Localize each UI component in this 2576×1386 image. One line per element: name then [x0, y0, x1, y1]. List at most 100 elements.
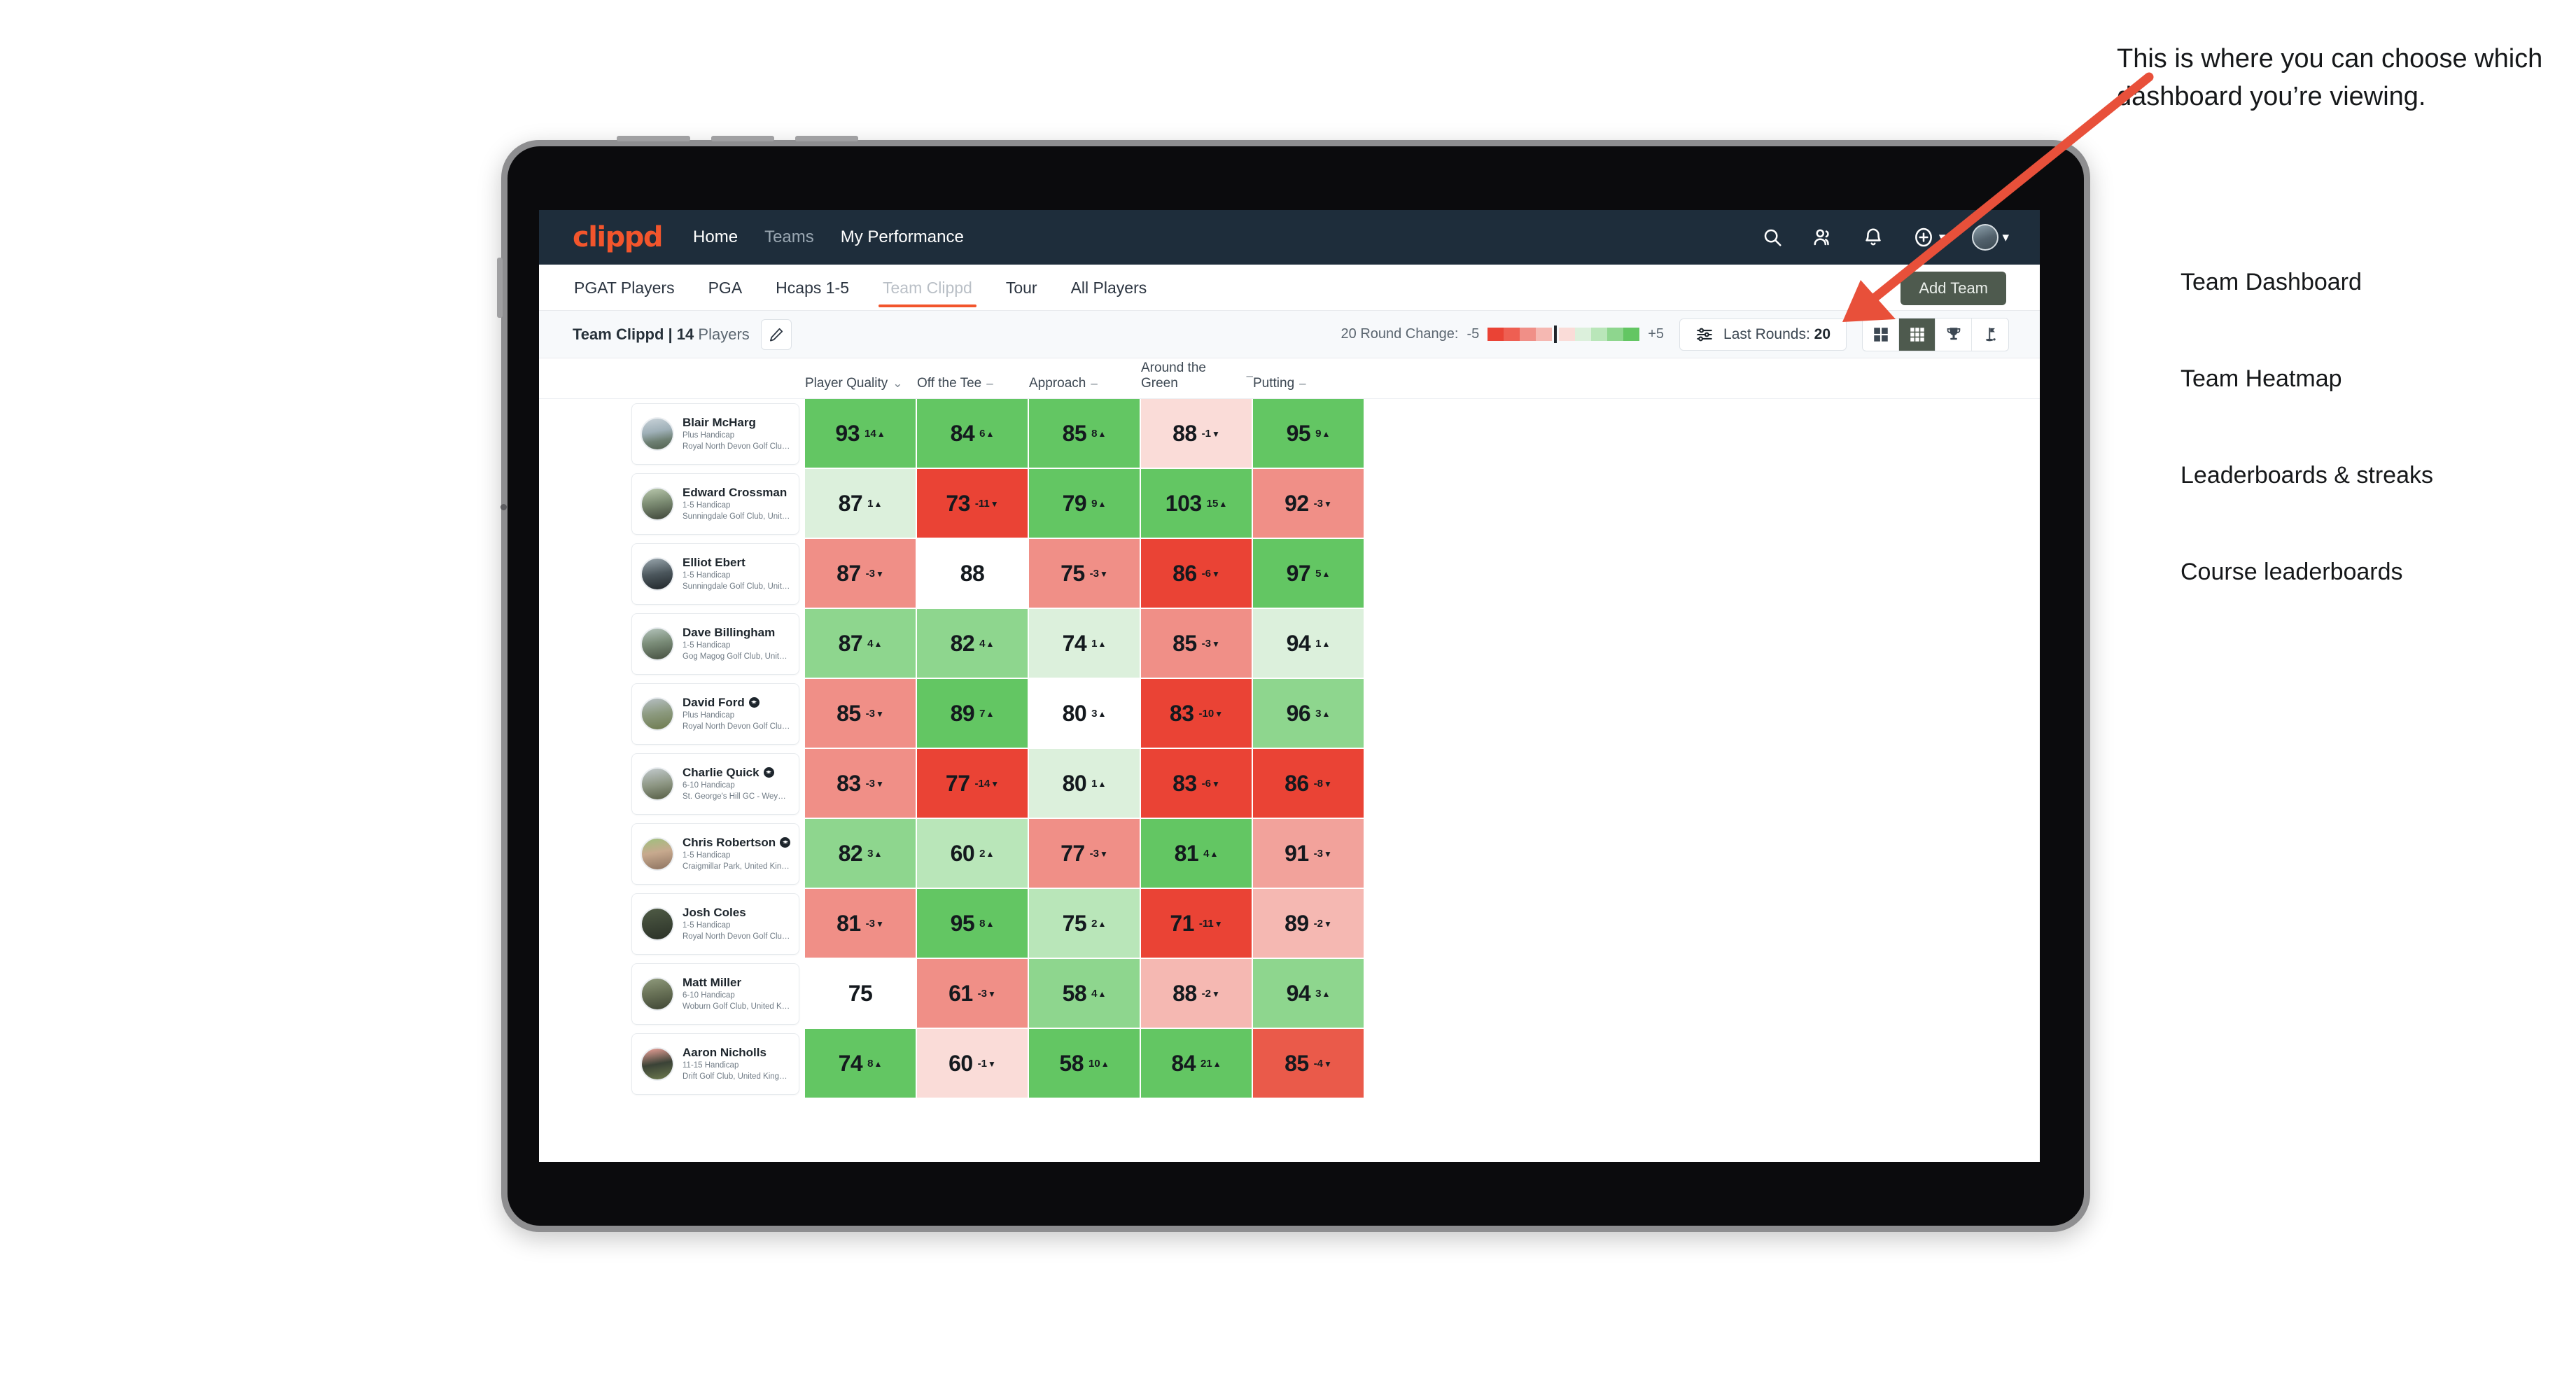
column-header-approach[interactable]: Approach –	[1029, 376, 1141, 398]
heatmap-cell-off-the-tee[interactable]: 82 4 ▲	[917, 609, 1028, 678]
cell-delta-value: -3	[865, 567, 876, 580]
heatmap-cell-approach[interactable]: 58 10 ▲	[1029, 1029, 1140, 1098]
player-name-text: Josh Coles	[682, 905, 746, 919]
heatmap-cell-around-the-green[interactable]: 83 -6 ▼	[1141, 749, 1252, 818]
heatmap-cell-around-the-green[interactable]: 81 4 ▲	[1141, 819, 1252, 888]
heatmap-cell-approach[interactable]: 79 9 ▲	[1029, 469, 1140, 538]
arrow-down-icon: ▼	[1100, 568, 1108, 579]
heatmap-cell-off-the-tee[interactable]: 61 -3 ▼	[917, 959, 1028, 1028]
cell-value: 83	[1172, 770, 1197, 796]
heatmap-cell-off-the-tee[interactable]: 95 8 ▲	[917, 889, 1028, 958]
heatmap-cell-player-quality[interactable]: 74 8 ▲	[805, 1029, 916, 1098]
heatmap-cell-off-the-tee[interactable]: 84 6 ▲	[917, 399, 1028, 468]
heatmap-cell-approach[interactable]: 75 2 ▲	[1029, 889, 1140, 958]
cell-value: 85	[1062, 420, 1087, 446]
heatmap-cell-approach[interactable]: 75 -3 ▼	[1029, 539, 1140, 608]
cell-delta: -2 ▼	[1202, 988, 1220, 1000]
heatmap-cell-around-the-green[interactable]: 88 -1 ▼	[1141, 399, 1252, 468]
heatmap-cell-player-quality[interactable]: 93 14 ▲	[805, 399, 916, 468]
heatmap-cell-putting[interactable]: 97 5 ▲	[1253, 539, 1364, 608]
heatmap-cell-putting[interactable]: 96 3 ▲	[1253, 679, 1364, 748]
chevron-down-icon: ⌄	[892, 377, 903, 390]
cell-value: 89	[1284, 910, 1309, 936]
cell-delta: 15 ▲	[1207, 498, 1228, 510]
tab-hcaps-1-5[interactable]: Hcaps 1-5	[774, 267, 850, 307]
player-name-text: David Ford	[682, 695, 745, 709]
nav-link-teams[interactable]: Teams	[764, 227, 814, 247]
heatmap-cell-off-the-tee[interactable]: 88	[917, 539, 1028, 608]
heatmap-cell-off-the-tee[interactable]: 77 -14 ▼	[917, 749, 1028, 818]
heatmap-cell-player-quality[interactable]: 85 -3 ▼	[805, 679, 916, 748]
heatmap-cell-player-quality[interactable]: 87 1 ▲	[805, 469, 916, 538]
player-card[interactable]: Dave Billingham 1-5 Handicap Gog Magog Gol…	[631, 613, 799, 675]
heatmap-cell-player-quality[interactable]: 81 -3 ▼	[805, 889, 916, 958]
search-icon[interactable]	[1760, 225, 1784, 249]
heatmap-cell-putting[interactable]: 85 -4 ▼	[1253, 1029, 1364, 1098]
player-card[interactable]: Matt Miller 6-10 Handicap Woburn Golf Club…	[631, 963, 799, 1025]
clippd-logo[interactable]: clippd	[573, 221, 664, 253]
cell-delta-value: -6	[1201, 777, 1212, 790]
heatmap-cell-off-the-tee[interactable]: 89 7 ▲	[917, 679, 1028, 748]
player-card[interactable]: Edward Crossman 1-5 Handicap Sunningdale G…	[631, 473, 799, 535]
heatmap-cell-around-the-green[interactable]: 83 -10 ▼	[1141, 679, 1252, 748]
tab-pga[interactable]: PGA	[707, 267, 744, 307]
heatmap-cell-putting[interactable]: 91 -3 ▼	[1253, 819, 1364, 888]
column-header-player-quality[interactable]: Player Quality ⌄	[805, 376, 917, 398]
heatmap-cell-around-the-green[interactable]: 84 21 ▲	[1141, 1029, 1252, 1098]
heatmap-cell-approach[interactable]: 74 1 ▲	[1029, 609, 1140, 678]
heatmap-cell-off-the-tee[interactable]: 73 -11 ▼	[917, 469, 1028, 538]
tab-team-clippd[interactable]: Team Clippd	[878, 267, 976, 307]
player-card[interactable]: Blair McHarg Plus Handicap Royal North Dev…	[631, 403, 799, 465]
player-card[interactable]: Aaron Nicholls 11-15 Handicap Drift Golf C…	[631, 1033, 799, 1095]
column-header-off-the-tee[interactable]: Off the Tee –	[917, 376, 1029, 398]
heatmap-cell-around-the-green[interactable]: 71 -11 ▼	[1141, 889, 1252, 958]
heatmap-cell-approach[interactable]: 58 4 ▲	[1029, 959, 1140, 1028]
nav-link-home[interactable]: Home	[693, 227, 738, 247]
player-card[interactable]: David Ford Plus Handicap Royal North Devon…	[631, 683, 799, 745]
heatmap-cell-off-the-tee[interactable]: 60 -1 ▼	[917, 1029, 1028, 1098]
arrow-down-icon: ▼	[876, 918, 884, 929]
heatmap-cell-player-quality[interactable]: 87 -3 ▼	[805, 539, 916, 608]
tab-all-players[interactable]: All Players	[1070, 267, 1149, 307]
player-card[interactable]: Charlie Quick 6-10 Handicap St. George's H…	[631, 753, 799, 815]
tab-pgat-players[interactable]: PGAT Players	[573, 267, 676, 307]
heatmap-cell-around-the-green[interactable]: 86 -6 ▼	[1141, 539, 1252, 608]
column-header-around-the-green[interactable]: Around the Green –	[1141, 360, 1253, 398]
heatmap-cell-around-the-green[interactable]: 103 15 ▲	[1141, 469, 1252, 538]
player-card[interactable]: Elliot Ebert 1-5 Handicap Sunningdale Golf…	[631, 543, 799, 605]
edit-team-button[interactable]	[760, 318, 792, 350]
heatmap-cell-putting[interactable]: 92 -3 ▼	[1253, 469, 1364, 538]
heatmap-cell-off-the-tee[interactable]: 60 2 ▲	[917, 819, 1028, 888]
heatmap-cell-approach[interactable]: 80 1 ▲	[1029, 749, 1140, 818]
heatmap-cell-player-quality[interactable]: 82 3 ▲	[805, 819, 916, 888]
heatmap-cell-approach[interactable]: 77 -3 ▼	[1029, 819, 1140, 888]
tab-tour[interactable]: Tour	[1004, 267, 1039, 307]
heatmap-cell-approach[interactable]: 80 3 ▲	[1029, 679, 1140, 748]
arrow-down-icon: ▼	[988, 1058, 996, 1069]
cell-value: 93	[835, 420, 860, 446]
cell-delta: 3 ▲	[1315, 708, 1330, 720]
arrow-up-icon: ▲	[986, 848, 995, 859]
player-card[interactable]: Josh Coles 1-5 Handicap Royal North Devon …	[631, 893, 799, 955]
column-header-putting[interactable]: Putting –	[1253, 376, 1365, 398]
nav-link-my-performance[interactable]: My Performance	[841, 227, 964, 247]
cell-delta-value: -2	[1313, 917, 1324, 930]
player-card[interactable]: Chris Robertson 1-5 Handicap Craigmillar P…	[631, 823, 799, 885]
cell-delta: -3 ▼	[866, 568, 884, 580]
heatmap-cell-approach[interactable]: 85 8 ▲	[1029, 399, 1140, 468]
cell-value: 71	[1170, 910, 1194, 936]
cell-delta-value: 3	[1091, 707, 1098, 720]
cell-value: 88	[1172, 980, 1197, 1006]
arrow-up-icon: ▲	[874, 848, 883, 859]
heatmap-cell-putting[interactable]: 86 -8 ▼	[1253, 749, 1364, 818]
heatmap-cell-player-quality[interactable]: 83 -3 ▼	[805, 749, 916, 818]
heatmap-cell-putting[interactable]: 95 9 ▲	[1253, 399, 1364, 468]
heatmap-cell-player-quality[interactable]: 75	[805, 959, 916, 1028]
heatmap-cell-player-quality[interactable]: 87 4 ▲	[805, 609, 916, 678]
heatmap-cell-around-the-green[interactable]: 85 -3 ▼	[1141, 609, 1252, 678]
heatmap-cell-putting[interactable]: 94 3 ▲	[1253, 959, 1364, 1028]
heatmap-cell-putting[interactable]: 94 1 ▲	[1253, 609, 1364, 678]
heatmap-cell-around-the-green[interactable]: 88 -2 ▼	[1141, 959, 1252, 1028]
heatmap-cell-putting[interactable]: 89 -2 ▼	[1253, 889, 1364, 958]
cell-value: 82	[950, 630, 975, 656]
